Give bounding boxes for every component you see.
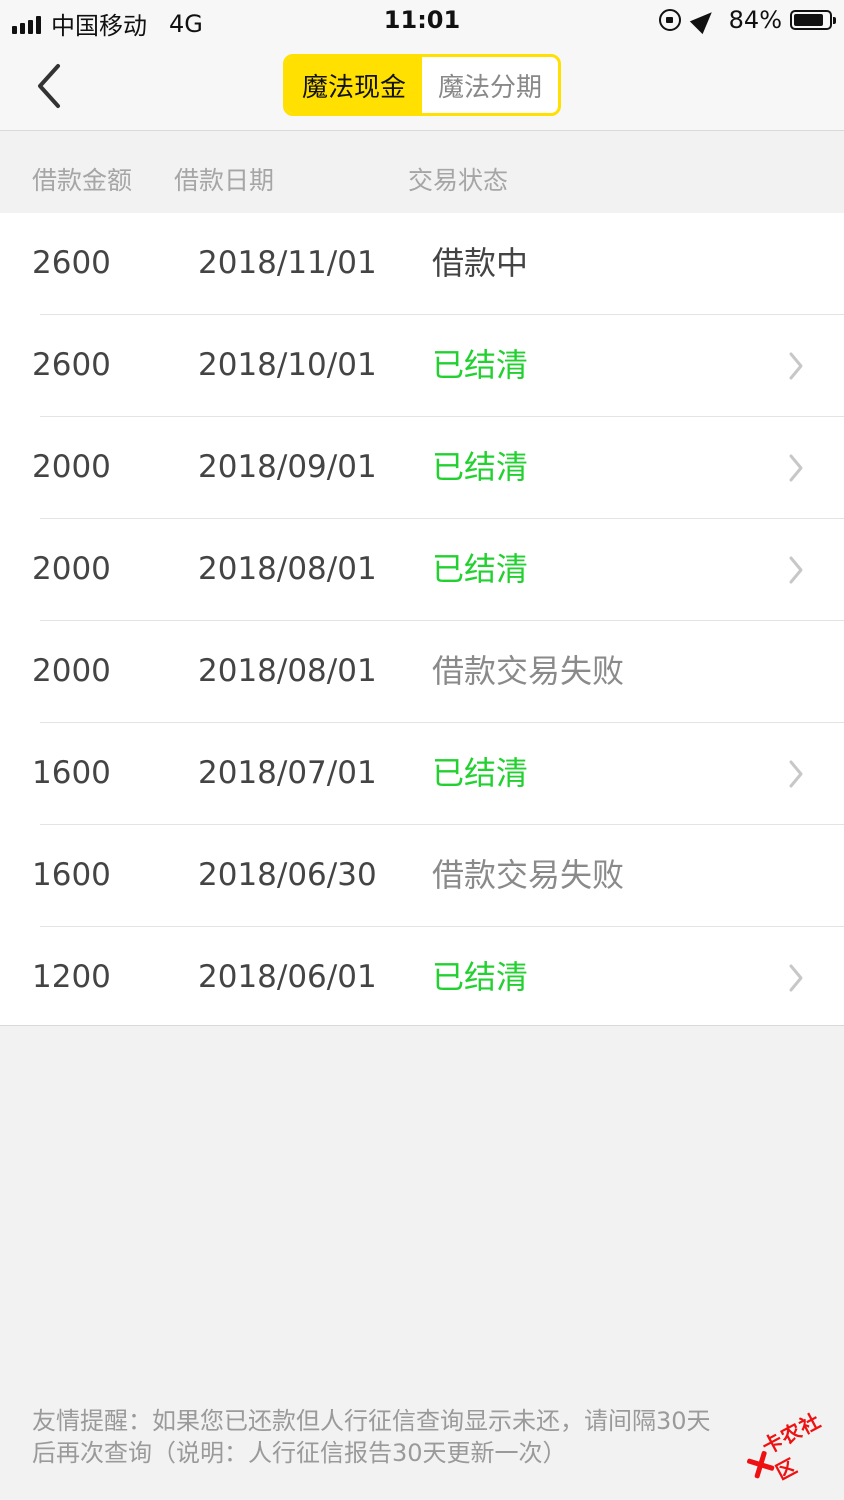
status-bar: 中国移动 4G 11:01 84% <box>0 0 844 44</box>
header-status: 交易状态 <box>408 166 509 195</box>
row-amount: 1600 <box>32 857 111 893</box>
loan-record-list: 2600 2018/11/01 借款中 2600 2018/10/01 已结清 2000 20… <box>0 213 844 1026</box>
chevron-right-icon <box>789 964 803 992</box>
status-right: 84% <box>658 5 836 35</box>
chevron-right-icon <box>789 760 803 788</box>
row-date: 2018/06/01 <box>198 959 377 995</box>
row-date: 2018/11/01 <box>198 245 377 281</box>
row-status: 已结清 <box>432 958 529 996</box>
row-amount: 2000 <box>32 653 111 689</box>
row-date: 2018/09/01 <box>198 449 377 485</box>
back-arrow-icon <box>38 64 60 108</box>
tab-magic-cash[interactable]: 魔法现金 <box>286 57 422 113</box>
battery-level <box>794 14 823 26</box>
nav-bar: 魔法现金 魔法分期 <box>0 44 844 131</box>
row-date: 2018/08/01 <box>198 551 377 587</box>
row-status: 借款交易失败 <box>432 856 625 894</box>
rotation-lock-icon <box>658 9 681 31</box>
row-status: 已结清 <box>432 346 529 384</box>
row-status: 已结清 <box>432 448 529 486</box>
row-date: 2018/08/01 <box>198 653 377 689</box>
table-row[interactable]: 2600 2018/10/01 已结清 <box>0 315 844 417</box>
footer-line-2: 后再次查询（说明：人行征信报告30天更新一次） <box>32 1439 567 1467</box>
footer-line-1: 友情提醒：如果您已还款但人行征信查询显示未还，请间隔30天 <box>32 1407 711 1435</box>
footer-reminder: 友情提醒：如果您已还款但人行征信查询显示未还，请间隔30天 后再次查询（说明：人… <box>32 1405 812 1469</box>
row-amount: 2000 <box>32 551 111 587</box>
table-row[interactable]: 1200 2018/06/01 已结清 <box>0 927 844 1029</box>
table-row[interactable]: 2000 2018/09/01 已结清 <box>0 417 844 519</box>
header-date: 借款日期 <box>174 166 275 195</box>
battery-icon <box>790 10 836 30</box>
table-row: 1600 2018/06/30 借款交易失败 <box>0 825 844 927</box>
back-button[interactable] <box>22 60 78 116</box>
header-amount: 借款金额 <box>32 166 133 195</box>
chevron-right-icon <box>789 556 803 584</box>
product-segmented-control: 魔法现金 魔法分期 <box>283 54 561 116</box>
row-amount: 1600 <box>32 755 111 791</box>
row-amount: 1200 <box>32 959 111 995</box>
row-status: 借款交易失败 <box>432 652 625 690</box>
table-header: 借款金额 借款日期 交易状态 <box>0 131 844 214</box>
row-status: 已结清 <box>432 754 529 792</box>
row-amount: 2600 <box>32 245 111 281</box>
location-arrow-icon <box>689 5 718 35</box>
chevron-right-icon <box>789 352 803 380</box>
row-date: 2018/07/01 <box>198 755 377 791</box>
battery-percent: 84% <box>728 6 782 34</box>
tab-magic-installment[interactable]: 魔法分期 <box>422 57 558 113</box>
table-row[interactable]: 1600 2018/07/01 已结清 <box>0 723 844 825</box>
row-status: 借款中 <box>432 244 529 282</box>
row-status: 已结清 <box>432 550 529 588</box>
row-amount: 2600 <box>32 347 111 383</box>
table-row[interactable]: 2000 2018/08/01 已结清 <box>0 519 844 621</box>
row-date: 2018/10/01 <box>198 347 377 383</box>
table-row: 2600 2018/11/01 借款中 <box>0 213 844 315</box>
row-date: 2018/06/30 <box>198 857 377 893</box>
table-row: 2000 2018/08/01 借款交易失败 <box>0 621 844 723</box>
chevron-right-icon <box>789 454 803 482</box>
row-amount: 2000 <box>32 449 111 485</box>
